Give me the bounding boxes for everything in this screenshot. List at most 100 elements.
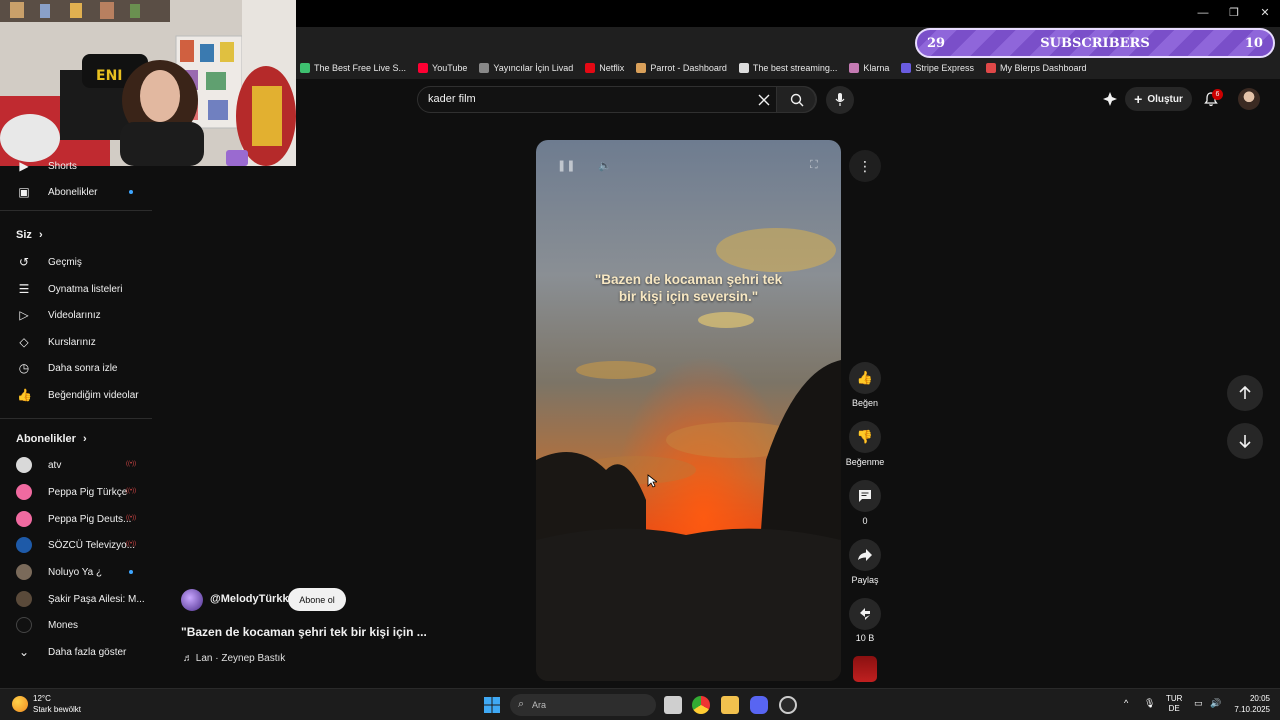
search-button[interactable] [776, 86, 816, 113]
chevron-down-icon: ⌄ [18, 645, 30, 659]
more-options-icon[interactable]: ⋮ [849, 150, 881, 182]
restore-icon[interactable]: ❐ [1219, 4, 1249, 22]
like-label: Beğen [851, 398, 879, 408]
comments-button[interactable] [849, 480, 881, 512]
sidebar-item-liked-videos[interactable]: 👍 Beğendiğim videolar [0, 383, 150, 407]
tray-expand-icon[interactable]: ^ [1124, 698, 1128, 708]
bookmark-item[interactable]: Parrot - Dashboard [636, 63, 727, 73]
netflix-icon [585, 63, 596, 73]
sidebar-item-playlists[interactable]: ☰ Oynatma listeleri [0, 277, 150, 301]
windows-start-icon[interactable] [484, 697, 500, 713]
video-caption-text: "Bazen de kocaman şehri tek bir kişi içi… [594, 272, 783, 304]
previous-video-button[interactable] [1227, 375, 1263, 411]
taskbar-clock[interactable]: 20:05 7.10.2025 [1228, 693, 1270, 715]
tray-mic-icon[interactable]: 🎙 [1144, 698, 1155, 709]
bookmarks-bar: The Best Free Live S... YouTube Yayıncılar… [296, 57, 1280, 79]
new-content-dot [129, 570, 133, 574]
your-videos-icon: ▷ [19, 308, 29, 322]
sidebar-item-shorts[interactable]: ▶ Shorts [0, 154, 150, 178]
sidebar-you-heading[interactable]: Siz › [16, 229, 43, 241]
bookmark-item[interactable]: Klarna [849, 63, 889, 73]
sidebar-subscription-item[interactable]: Peppa Pig Türkçe ((•)) [0, 480, 150, 504]
bookmark-item[interactable]: My Blerps Dashboard [985, 63, 1087, 73]
live-indicator-icon: ((•)) [126, 461, 137, 467]
sidebar-subscription-item[interactable]: atv ((•)) [0, 453, 150, 477]
bookmark-item[interactable]: Netflix [585, 63, 624, 73]
minimize-icon[interactable]: — [1188, 4, 1218, 22]
arrow-down-icon [1239, 435, 1251, 448]
share-button[interactable] [849, 539, 881, 571]
video-title[interactable]: "Bazen de kocaman şehri tek bir kişi içi… [181, 625, 427, 639]
subscribe-button[interactable]: Abone ol [288, 588, 346, 611]
sound-thumbnail[interactable] [853, 656, 877, 682]
chrome-icon[interactable] [692, 696, 710, 714]
bookmark-item[interactable]: Stripe Express [901, 63, 974, 73]
bookmark-item[interactable]: YouTube [418, 63, 467, 73]
dislike-button[interactable]: 👎 [849, 421, 881, 453]
subscriber-goal-widget: 29 SUBSCRIBERS 10 [915, 28, 1275, 58]
liked-icon: 👍 [17, 388, 32, 402]
new-content-dot [129, 190, 133, 194]
sidebar-show-more[interactable]: ⌄ Daha fazla göster [0, 640, 150, 664]
channel-handle[interactable]: @MelodyTürkk [210, 593, 289, 605]
file-explorer-icon[interactable] [721, 696, 739, 714]
task-view-icon[interactable] [664, 696, 682, 714]
like-button[interactable]: 👍 [849, 362, 881, 394]
thumbs-down-icon: 👎 [856, 429, 874, 444]
watch-later-icon: ◷ [18, 361, 30, 375]
gemini-sparkle-icon[interactable] [1102, 91, 1118, 107]
svg-text:ENI: ENI [96, 68, 123, 84]
microphone-icon [835, 93, 845, 106]
weather-widget[interactable]: 12°C Stark bewölkt [33, 693, 81, 715]
fullscreen-icon[interactable]: ⛶ [810, 159, 818, 172]
sidebar-item-your-videos[interactable]: ▷ Videolarınız [0, 303, 150, 327]
obs-icon[interactable] [779, 696, 797, 714]
history-icon: ↺ [18, 255, 30, 269]
next-video-button[interactable] [1227, 423, 1263, 459]
volume-icon[interactable]: 🔈 [598, 159, 612, 172]
account-avatar[interactable] [1238, 88, 1260, 110]
sidebar-subscription-item[interactable]: Şakir Paşa Ailesi: M... [0, 587, 150, 611]
channel-avatar [16, 617, 32, 633]
subscriber-current-count: 29 [927, 35, 946, 51]
subscriptions-icon: ▣ [18, 185, 30, 199]
pause-icon[interactable]: ❚❚ [557, 159, 575, 172]
input-language-indicator[interactable]: TUR DE [1166, 694, 1182, 714]
close-window-icon[interactable]: ✕ [1250, 4, 1280, 22]
sidebar-item-watch-later[interactable]: ◷ Daha sonra izle [0, 356, 150, 380]
sidebar-subscription-item[interactable]: SÖZCÜ Televizyo... ((•)) [0, 533, 150, 557]
stream-icon [300, 63, 310, 73]
search-box[interactable]: kader film [417, 86, 817, 113]
sidebar-item-subscriptions[interactable]: ▣ Abonelikler [0, 180, 150, 204]
youtube-icon [418, 63, 429, 73]
music-credit[interactable]: ♬ Lan · Zeynep Bastık [183, 653, 285, 664]
subscriber-label: SUBSCRIBERS [1040, 35, 1150, 51]
remix-button[interactable] [849, 598, 881, 630]
channel-avatar[interactable] [181, 589, 203, 611]
bookmark-item[interactable]: Yayıncılar İçin Livad [479, 63, 573, 73]
thumbs-up-icon: 👍 [856, 370, 874, 385]
sidebar-item-history[interactable]: ↺ Geçmiş [0, 250, 150, 274]
sidebar-subscription-item[interactable]: Peppa Pig Deuts... ((•)) [0, 507, 150, 531]
clear-search-icon[interactable] [758, 94, 770, 106]
search-input[interactable]: kader film [428, 93, 476, 105]
discord-icon[interactable] [750, 696, 768, 714]
bookmark-item[interactable]: The Best Free Live S... [300, 63, 406, 73]
taskbar-search[interactable]: ⌕ Ara [510, 694, 656, 716]
sidebar-subscriptions-heading[interactable]: Abonelikler › [16, 433, 87, 445]
bookmark-item[interactable]: The best streaming... [738, 63, 837, 73]
sidebar-item-courses[interactable]: ◇ Kurslarınız [0, 330, 150, 354]
sidebar-subscription-item[interactable]: Mones [0, 613, 150, 637]
create-button[interactable]: + Oluştur [1125, 87, 1192, 111]
dislike-label: Beğenme [845, 457, 885, 467]
live-indicator-icon: ((•)) [126, 541, 137, 547]
parrot-icon [636, 63, 647, 73]
channel-avatar [16, 591, 32, 607]
network-icon[interactable]: ▭ [1194, 698, 1203, 709]
weather-icon [12, 696, 28, 712]
sidebar-subscription-item[interactable]: Noluyo Ya ¿ [0, 560, 150, 584]
volume-icon[interactable]: 🔊 [1210, 698, 1221, 709]
voice-search-button[interactable] [826, 86, 854, 114]
shorts-video-player[interactable]: "Bazen de kocaman şehri tek bir kişi içi… [536, 140, 841, 681]
windows-taskbar: 12°C Stark bewölkt ⌕ Ara ^ 🎙 TUR DE ▭ 🔊 … [0, 688, 1280, 720]
